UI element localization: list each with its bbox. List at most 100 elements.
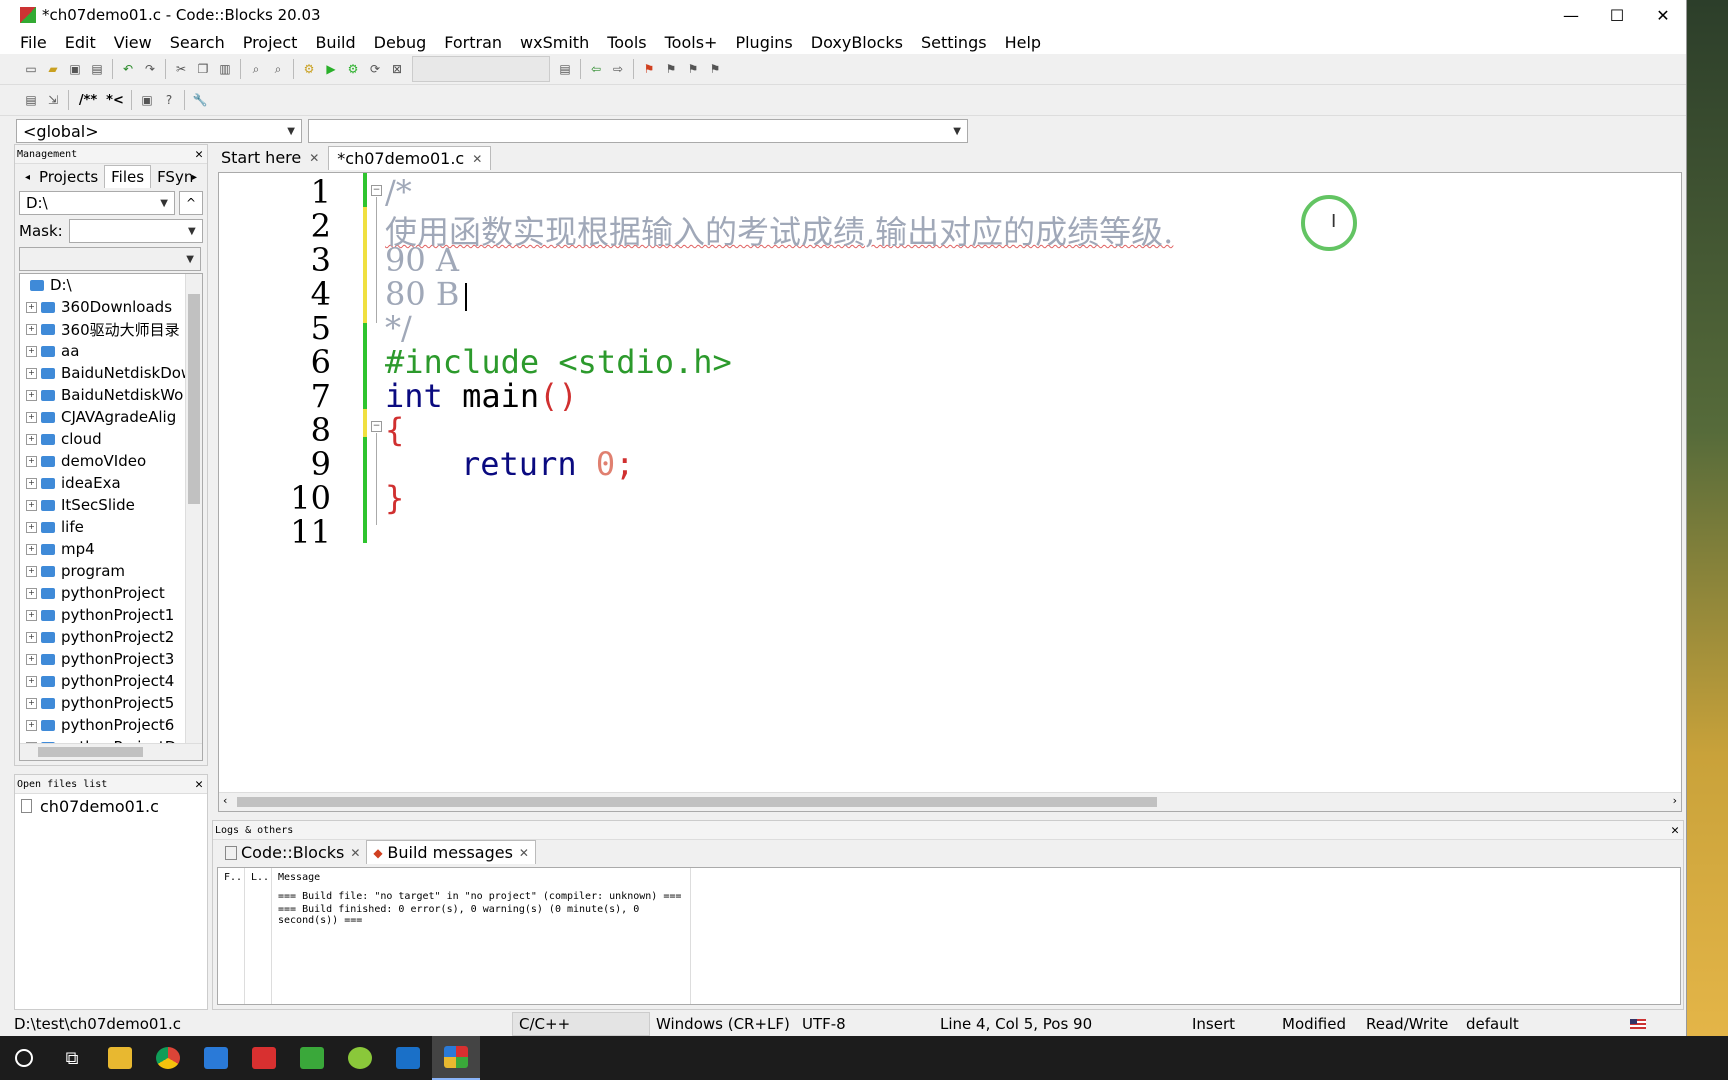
paste-icon[interactable]: ▥ (215, 60, 235, 78)
tree-folder-item[interactable]: + ideaExa (20, 472, 202, 494)
build-icon[interactable]: ⚙ (299, 60, 319, 78)
bookmark-prev-icon[interactable]: ⚑ (661, 60, 681, 78)
tree-folder-item[interactable]: +360Downloads (20, 296, 202, 318)
doxywizard-icon[interactable]: ▣ (137, 91, 157, 109)
jump-back-icon[interactable]: ⇦ (586, 60, 606, 78)
tree-folder-item[interactable]: + pythonProject3 (20, 648, 202, 670)
menu-settings[interactable]: Settings (909, 33, 993, 52)
menu-file[interactable]: File (8, 33, 53, 52)
start-search-icon[interactable] (0, 1036, 48, 1080)
wrench-icon[interactable]: 🔧 (190, 91, 210, 109)
tree-folder-item[interactable]: + pythonProject1 (20, 604, 202, 626)
expand-icon[interactable]: + (26, 653, 37, 665)
open-icon[interactable]: ▰ (43, 60, 63, 78)
tab-scroll-right-icon[interactable]: ▸ (186, 170, 203, 185)
chrome-icon[interactable] (144, 1036, 192, 1080)
fold-toggle-icon[interactable]: − (371, 421, 382, 432)
maximize-button[interactable]: ☐ (1594, 6, 1640, 25)
tree-folder-item[interactable]: + aa (20, 340, 202, 362)
close-icon[interactable]: ✕ (350, 846, 360, 860)
tab-codeblocks-log[interactable]: Code::Blocks ✕ (219, 841, 366, 864)
task-view-icon[interactable]: ⧉ (48, 1036, 96, 1080)
tree-folder-item[interactable]: + program (20, 560, 202, 582)
close-icon[interactable]: ✕ (195, 147, 203, 162)
tree-folder-item[interactable]: + pythonProject2 (20, 626, 202, 648)
tree-vertical-scrollbar[interactable] (185, 274, 202, 760)
menu-view[interactable]: View (102, 33, 158, 52)
expand-icon[interactable]: + (26, 301, 37, 313)
tree-folder-item[interactable]: + pythonProject (20, 582, 202, 604)
column-message[interactable]: Message (272, 868, 690, 887)
bookmark-toggle-icon[interactable]: ⚑ (639, 60, 659, 78)
tree-folder-item[interactable]: +360驱动大师目录 (20, 318, 202, 340)
expand-icon[interactable]: + (26, 609, 37, 621)
tree-folder-item[interactable]: + BaiduNetdiskWo (20, 384, 202, 406)
menu-plugins[interactable]: Plugins (723, 33, 798, 52)
menu-doxyblocks[interactable]: DoxyBlocks (799, 33, 909, 52)
tree-folder-item[interactable]: + mp4 (20, 538, 202, 560)
tree-folder-item[interactable]: + life (20, 516, 202, 538)
rebuild-icon[interactable]: ⟳ (365, 60, 385, 78)
minimize-button[interactable]: — (1548, 6, 1594, 25)
video-app-icon[interactable] (384, 1036, 432, 1080)
menu-tools-plus[interactable]: Tools+ (653, 33, 724, 52)
scroll-left-icon[interactable]: ‹ (223, 794, 227, 807)
close-icon[interactable]: ✕ (519, 846, 529, 860)
tree-root[interactable]: D:\ (20, 274, 202, 296)
build-messages-list[interactable]: F.. L.. Message === Build file: "no targ… (217, 867, 1681, 1005)
drive-select[interactable]: D:\ ▼ (19, 191, 175, 215)
notepad-icon[interactable] (288, 1036, 336, 1080)
redo-icon[interactable]: ↷ (140, 60, 160, 78)
mask-select[interactable]: ▼ (68, 219, 203, 243)
codeblocks-taskbar-icon[interactable] (432, 1036, 480, 1080)
expand-icon[interactable]: + (26, 323, 37, 335)
doxy-line-comment-button[interactable]: *< (104, 91, 126, 109)
doxy-help-icon[interactable]: ? (159, 91, 179, 109)
undo-icon[interactable]: ↶ (118, 60, 138, 78)
menu-build[interactable]: Build (303, 33, 361, 52)
expand-icon[interactable]: + (26, 477, 37, 489)
app-window-icon[interactable] (192, 1036, 240, 1080)
close-button[interactable]: ✕ (1640, 6, 1686, 25)
expand-icon[interactable]: + (26, 433, 37, 445)
media-app-icon[interactable] (336, 1036, 384, 1080)
expand-icon[interactable]: + (26, 455, 37, 467)
expand-icon[interactable]: + (26, 565, 37, 577)
expand-icon[interactable]: + (26, 367, 37, 379)
abort-icon[interactable]: ⊠ (387, 60, 407, 78)
expand-icon[interactable]: + (26, 719, 37, 731)
close-icon[interactable]: ✕ (472, 152, 482, 166)
close-icon[interactable]: ✕ (1671, 823, 1679, 838)
expand-icon[interactable]: + (26, 389, 37, 401)
menu-search[interactable]: Search (158, 33, 231, 52)
build-message-row[interactable]: === Build finished: 0 error(s), 0 warnin… (272, 902, 690, 926)
run-icon[interactable]: ▶ (321, 60, 341, 78)
tab-start-here[interactable]: Start here ✕ (212, 145, 328, 170)
tab-build-messages[interactable]: ◆ Build messages ✕ (366, 840, 536, 864)
copy-icon[interactable]: ❐ (193, 60, 213, 78)
expand-icon[interactable]: + (26, 345, 37, 357)
debug-window-icon[interactable]: ▤ (21, 91, 41, 109)
scroll-right-icon[interactable]: › (1673, 794, 1677, 807)
tree-folder-item[interactable]: + cloud (20, 428, 202, 450)
menu-debug[interactable]: Debug (362, 33, 433, 52)
doxy-block-comment-button[interactable]: /** (74, 91, 102, 109)
filter-select[interactable]: ▼ (19, 247, 201, 271)
expand-icon[interactable]: + (26, 697, 37, 709)
expand-icon[interactable]: + (26, 587, 37, 599)
expand-icon[interactable]: + (26, 631, 37, 643)
replace-icon[interactable]: ⌕ (268, 60, 288, 78)
expand-icon[interactable]: + (26, 675, 37, 687)
tab-files[interactable]: Files (104, 165, 152, 188)
fold-toggle-icon[interactable]: − (371, 185, 382, 196)
wps-icon[interactable] (240, 1036, 288, 1080)
tree-folder-item[interactable]: + ItSecSlide (20, 494, 202, 516)
menu-help[interactable]: Help (993, 33, 1047, 52)
save-icon[interactable]: ▣ (65, 60, 85, 78)
editor-horizontal-scrollbar[interactable]: ‹ › (219, 792, 1681, 811)
menu-fortran[interactable]: Fortran (432, 33, 508, 52)
file-explorer-icon[interactable] (96, 1036, 144, 1080)
build-options-icon[interactable]: ▤ (555, 60, 575, 78)
expand-icon[interactable]: + (26, 411, 37, 423)
tree-folder-item[interactable]: + BaiduNetdiskDow (20, 362, 202, 384)
